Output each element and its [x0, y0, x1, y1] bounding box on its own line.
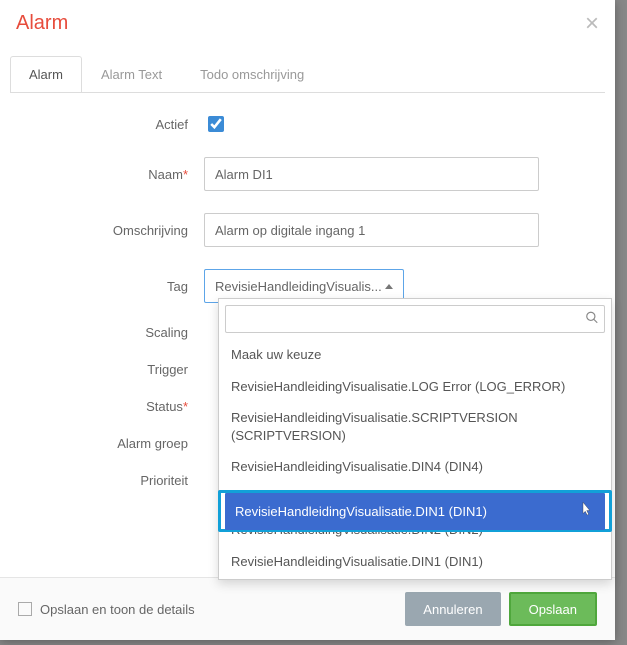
label-trigger: Trigger [24, 362, 204, 377]
dropdown-search-wrap [219, 299, 611, 339]
label-tag: Tag [24, 279, 204, 294]
tab-alarm[interactable]: Alarm [10, 56, 82, 93]
input-omschrijving[interactable] [204, 213, 539, 247]
checkbox-actief[interactable] [208, 116, 224, 132]
label-actief: Actief [24, 117, 204, 132]
checkbox-icon [18, 602, 32, 616]
dropdown-list[interactable]: Maak uw keuze RevisieHandleidingVisualis… [219, 339, 611, 579]
modal-footer: Opslaan en toon de details Annuleren Ops… [0, 577, 615, 640]
dropdown-option[interactable]: RevisieHandleidingVisualisatie.DIN1 (DIN… [219, 546, 611, 578]
label-alarm-groep: Alarm groep [24, 436, 204, 451]
search-icon [585, 311, 599, 328]
caret-up-icon [385, 284, 393, 289]
label-prioriteit: Prioriteit [24, 473, 204, 488]
label-naam: Naam* [24, 167, 204, 182]
dropdown-option[interactable]: RevisieHandleidingVisualisatie.DIN2 (DIN… [219, 514, 611, 546]
tag-dropdown-panel: Maak uw keuze RevisieHandleidingVisualis… [218, 298, 612, 580]
tab-alarm-text[interactable]: Alarm Text [82, 56, 181, 93]
dropdown-option[interactable]: Maak uw keuze [219, 339, 611, 371]
dropdown-option[interactable]: RevisieHandleidingVisualisatie.LOG Error… [219, 371, 611, 403]
cancel-button[interactable]: Annuleren [405, 592, 500, 626]
save-button[interactable]: Opslaan [509, 592, 597, 626]
save-show-details-checkbox[interactable]: Opslaan en toon de details [18, 602, 195, 617]
modal-header: Alarm × [0, 0, 615, 56]
label-scaling: Scaling [24, 325, 204, 340]
dropdown-option[interactable]: RevisieHandleidingVisualisatie.DIN4 (DIN… [219, 451, 611, 483]
dropdown-option[interactable]: RevisieHandleidingVisualisatie.SCRIPTVER… [219, 402, 611, 451]
close-icon[interactable]: × [585, 12, 599, 36]
tab-strip: Alarm Alarm Text Todo omschrijving [0, 56, 615, 92]
dropdown-search-input[interactable] [225, 305, 605, 333]
save-show-details-label: Opslaan en toon de details [40, 602, 195, 617]
input-naam[interactable] [204, 157, 539, 191]
modal-title: Alarm [16, 12, 68, 35]
dropdown-option[interactable]: RevisieHandleidingVisualisatie.LAN State… [219, 577, 611, 579]
select-tag-value: RevisieHandleidingVisualis... [215, 279, 382, 294]
label-status: Status* [24, 399, 204, 414]
tab-todo-omschrijving[interactable]: Todo omschrijving [181, 56, 323, 93]
dropdown-option[interactable]: RevisieHandleidingVisualisatie.DIN3 (DIN… [219, 483, 611, 515]
label-omschrijving: Omschrijving [24, 223, 204, 238]
